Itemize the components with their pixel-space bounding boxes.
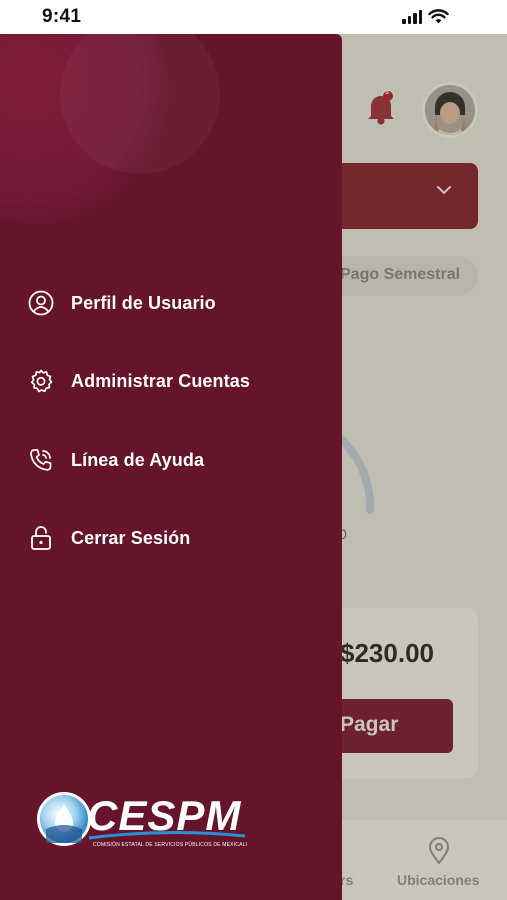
user-circle-icon — [28, 290, 54, 316]
phone-call-icon — [28, 447, 54, 473]
wifi-icon — [428, 9, 449, 24]
side-drawer: Perfil de Usuario Administrar Cuentas Lí… — [0, 34, 342, 900]
water-drop-logo-icon — [37, 792, 91, 846]
menu-item-label: Perfil de Usuario — [71, 292, 216, 313]
status-icons — [402, 9, 449, 24]
cellular-signal-icon — [402, 10, 422, 24]
logo-subtitle: COMISIÓN ESTATAL DE SERVICIOS PÚBLICOS D… — [93, 842, 248, 848]
menu-item-label: Administrar Cuentas — [71, 370, 250, 391]
gear-icon — [28, 368, 54, 394]
menu-item-perfil[interactable]: Perfil de Usuario — [28, 288, 216, 318]
cespm-logo: CESPM COMISIÓN ESTATAL DE SERVICIOS PÚBL… — [37, 792, 247, 854]
menu-item-label: Cerrar Sesión — [71, 527, 191, 548]
menu-item-label: Línea de Ayuda — [71, 449, 205, 470]
menu-item-cerrar-sesion[interactable]: Cerrar Sesión — [28, 523, 190, 553]
status-bar: 9:41 — [0, 0, 507, 34]
menu-item-administrar[interactable]: Administrar Cuentas — [28, 366, 250, 396]
unlock-icon — [28, 525, 54, 551]
menu-item-linea-ayuda[interactable]: Línea de Ayuda — [28, 445, 204, 475]
logo-swoosh — [88, 830, 246, 840]
status-time: 9:41 — [42, 6, 82, 27]
